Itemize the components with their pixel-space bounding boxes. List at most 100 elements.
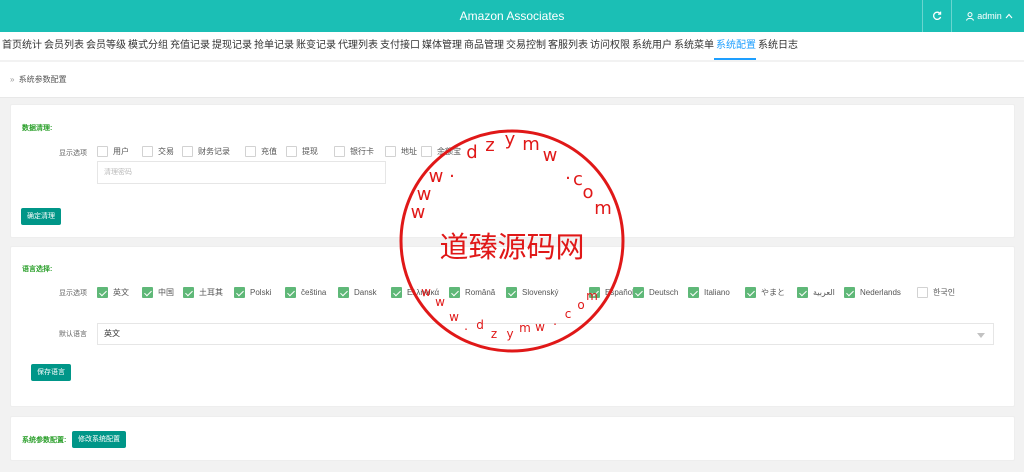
language-option[interactable]: Italiano <box>688 287 730 298</box>
language-option-label: Dansk <box>354 288 377 297</box>
language-option[interactable]: Dansk <box>338 287 377 298</box>
clean-option[interactable]: 充值 <box>245 146 277 157</box>
language-option-label: 土耳其 <box>199 288 223 297</box>
nav-item[interactable]: 系统用户 <box>630 32 672 60</box>
breadcrumb-label: 系统参数配置 <box>18 75 67 84</box>
clean-option-label: 充值 <box>261 147 277 156</box>
checkbox-icon <box>449 287 460 298</box>
nav-item[interactable]: 会员等级 <box>84 32 126 60</box>
nav-item[interactable]: 系统菜单 <box>672 32 714 60</box>
nav-item[interactable]: 账变记录 <box>294 32 336 60</box>
system-config-card: 系统参数配置: 修改系统配置 <box>10 416 1015 461</box>
breadcrumb: » 系统参数配置 <box>0 62 1024 98</box>
default-language-label: 默认语言 <box>59 331 87 338</box>
language-option[interactable]: Slovenský <box>506 287 558 298</box>
nav-item[interactable]: 交易控制 <box>504 32 546 60</box>
language-option[interactable]: 한국인 <box>917 287 955 298</box>
data-clean-title: 数据清理: <box>22 125 53 132</box>
nav-item[interactable]: 会员列表 <box>42 32 84 60</box>
refresh-button[interactable] <box>922 0 952 32</box>
checkbox-icon <box>633 287 644 298</box>
language-option[interactable]: 英文 <box>97 287 129 298</box>
save-language-button[interactable]: 保存语言 <box>31 364 71 381</box>
nav-item[interactable]: 商品管理 <box>462 32 504 60</box>
checkbox-icon <box>142 146 153 157</box>
clean-option[interactable]: 银行卡 <box>334 146 374 157</box>
clean-option-label: 用户 <box>113 147 129 156</box>
clean-options-label: 显示选项 <box>59 150 87 157</box>
clean-option-label: 交易 <box>158 147 174 156</box>
clean-option-label: 余额宝 <box>437 147 461 156</box>
checkbox-icon <box>391 287 402 298</box>
clean-option[interactable]: 交易 <box>142 146 174 157</box>
nav-item[interactable]: 支付接口 <box>378 32 420 60</box>
language-option-label: やまと <box>761 288 785 297</box>
nav-item[interactable]: 客服列表 <box>546 32 588 60</box>
breadcrumb-separator: » <box>10 75 15 84</box>
language-option-label: 英文 <box>113 288 129 297</box>
nav-item[interactable]: 代理列表 <box>336 32 378 60</box>
checkbox-icon <box>745 287 756 298</box>
nav-item[interactable]: 模式分组 <box>126 32 168 60</box>
checkbox-icon <box>245 146 256 157</box>
clean-option-label: 提现 <box>302 147 318 156</box>
language-title: 语言选择: <box>22 266 53 273</box>
nav-item[interactable]: 访问权限 <box>588 32 630 60</box>
language-option[interactable]: 中国 <box>142 287 174 298</box>
language-option-label: Română <box>465 288 496 297</box>
language-option[interactable]: Deutsch <box>633 287 678 298</box>
language-option-label: Español <box>605 288 634 297</box>
clean-option[interactable]: 用户 <box>97 146 129 157</box>
checkbox-icon <box>421 146 432 157</box>
language-option[interactable]: Română <box>449 287 495 298</box>
clean-option[interactable]: 余额宝 <box>421 146 461 157</box>
checkbox-icon <box>97 287 108 298</box>
language-option[interactable]: Ελληνικά <box>391 287 439 298</box>
checkbox-icon <box>917 287 928 298</box>
language-option[interactable]: 土耳其 <box>183 287 223 298</box>
default-language-select[interactable]: 英文 <box>97 323 994 345</box>
clean-option-label: 银行卡 <box>350 147 374 156</box>
chevron-up-icon <box>1005 13 1013 19</box>
clean-option[interactable]: 地址 <box>385 146 417 157</box>
checkbox-icon <box>183 287 194 298</box>
checkbox-icon <box>182 146 193 157</box>
clean-password-input[interactable] <box>97 161 386 184</box>
checkbox-icon <box>688 287 699 298</box>
confirm-clean-button[interactable]: 确定清理 <box>21 208 61 225</box>
nav-item[interactable]: 媒体管理 <box>420 32 462 60</box>
language-options-label: 显示选项 <box>59 290 87 297</box>
app-title: Amazon Associates <box>459 9 565 23</box>
refresh-icon <box>933 11 942 21</box>
language-option[interactable]: čeština <box>285 287 326 298</box>
user-icon <box>966 11 975 21</box>
modify-system-config-button[interactable]: 修改系统配置 <box>72 431 126 448</box>
checkbox-icon <box>97 146 108 157</box>
user-menu[interactable]: admin <box>955 0 1024 32</box>
language-option[interactable]: やまと <box>745 287 785 298</box>
nav-item[interactable]: 系统日志 <box>756 32 798 60</box>
language-option[interactable]: العربية <box>797 287 835 298</box>
checkbox-icon <box>234 287 245 298</box>
nav-item[interactable]: 抢单记录 <box>252 32 294 60</box>
language-option-label: Ελληνικά <box>407 288 440 297</box>
checkbox-icon <box>286 146 297 157</box>
system-config-title: 系统参数配置: <box>22 437 67 444</box>
nav-item[interactable]: 充值记录 <box>168 32 210 60</box>
language-option[interactable]: Nederlands <box>844 287 901 298</box>
language-option-label: čeština <box>301 288 327 297</box>
language-option[interactable]: Español <box>589 287 634 298</box>
main-nav: 首页统计 会员列表 会员等级 模式分组 充值记录 提现记录 抢单记录 账变记录 代理列表 支付接口… <box>0 32 1024 60</box>
nav-item[interactable]: 提现记录 <box>210 32 252 60</box>
checkbox-icon <box>797 287 808 298</box>
clean-option[interactable]: 提现 <box>286 146 318 157</box>
checkbox-icon <box>844 287 855 298</box>
nav-item[interactable]: 系统配置 <box>714 32 756 60</box>
language-option[interactable]: Polski <box>234 287 271 298</box>
language-option-label: Polski <box>250 288 272 297</box>
nav-item[interactable]: 首页统计 <box>0 32 42 60</box>
default-language-value: 英文 <box>104 329 120 338</box>
user-name: admin <box>977 11 1002 21</box>
language-option-label: 中国 <box>158 288 174 297</box>
clean-option[interactable]: 财务记录 <box>182 146 230 157</box>
